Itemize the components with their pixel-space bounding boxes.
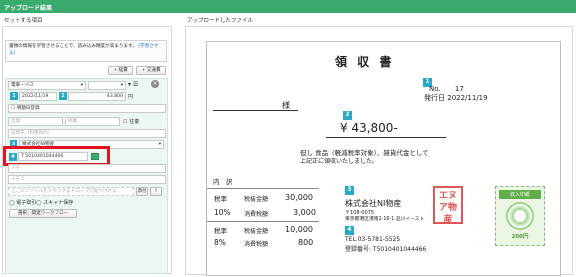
- info-box: 書類の情報を学習させることで、読み込み精度が高まります。 [学習させる]: [5, 40, 167, 62]
- right-section-title: アップロードしたファイル: [187, 18, 254, 24]
- issuer-tel: TEL.03-5781-5525: [345, 236, 401, 243]
- row-0-rate: 税率: [214, 195, 227, 203]
- row-1-label: 消費税額: [244, 211, 269, 218]
- row-2-rate: 税率: [214, 227, 227, 235]
- receipt-date-row: ☐ 増額日登録: [8, 104, 166, 113]
- sort-icon[interactable]: ▾ ☰: [128, 81, 138, 88]
- row-2-label: 税抜金額: [244, 228, 269, 235]
- left-section-title: セットする項目: [4, 18, 43, 24]
- revenue-stamp-label: 収入印紙: [499, 190, 541, 199]
- badge-1: 1: [10, 92, 18, 100]
- attach-button[interactable]: 添付: [136, 187, 148, 196]
- drop-text: ここにファイルをドラッグ＆ドロップで貼り付ける: [11, 189, 117, 194]
- chevron-down-icon: ▾: [80, 83, 83, 88]
- receipt-no-value: 17: [454, 85, 464, 93]
- issue-date-value: 2022/11/19: [447, 94, 488, 102]
- arrival-placeholder: 到着: [68, 119, 78, 124]
- breakdown-line-top: [207, 188, 319, 189]
- row-3-rate: 8%: [214, 238, 226, 247]
- select-workflow-button[interactable]: 選択：関連ワークフロー: [9, 209, 77, 218]
- date-input[interactable]: 2022/11/19: [19, 92, 57, 101]
- breakdown-title: 内 訳: [213, 178, 233, 186]
- flower-emblem-icon: [506, 202, 534, 230]
- help-button[interactable]: ?: [150, 187, 162, 196]
- amount-input[interactable]: 43,800: [68, 92, 126, 101]
- radio-e-label: 電子取引: [16, 200, 37, 206]
- receipt-title: 領 収 書: [335, 55, 395, 69]
- memo-placeholder: メモ: [11, 166, 21, 171]
- row-3-label: 消費税額: [244, 241, 269, 248]
- receipt-amount: ¥ 43,800-: [340, 121, 398, 135]
- radio-scan-label: スキャナ保存: [43, 200, 74, 206]
- addressee-line: [213, 110, 298, 111]
- row-3-value: 800: [298, 238, 314, 247]
- departure-input[interactable]: 出発: [8, 117, 63, 126]
- issuer-address: 東京都港区港南2-16-1 品川イースト: [345, 217, 425, 222]
- breakdown-line-mid: [207, 221, 319, 222]
- row-0-label: 税抜金額: [244, 196, 269, 203]
- roundtrip-label: 往復: [129, 119, 140, 125]
- issue-label: 発行日: [424, 94, 445, 102]
- receipt-no: No. 17: [429, 85, 464, 93]
- receipt-note-2: 上記正に領収いたしました。: [300, 158, 379, 165]
- row-1-rate: 10%: [214, 208, 231, 217]
- receipt-issue-date: 発行日 2022/11/19: [424, 93, 488, 103]
- revenue-stamp: 収入印紙 200円: [495, 186, 545, 246]
- memo2-placeholder: メモ２: [11, 177, 25, 182]
- amount-underline: [326, 137, 446, 138]
- visit-input[interactable]: 訪問先（利用目的）: [8, 129, 166, 138]
- visit-placeholder: 訪問先（利用目的）: [11, 131, 53, 136]
- radio-scanner[interactable]: ◯ スキャナ保存: [36, 199, 73, 206]
- checkbox[interactable]: ☐: [11, 106, 15, 111]
- badge-3-doc: 3: [345, 186, 354, 195]
- badge-2: 2: [59, 92, 67, 100]
- info-text: 書類の情報を学習させることで、読み込み精度が高まります。: [9, 44, 137, 49]
- company-seal-stamp: エヌア物産: [433, 186, 463, 225]
- memo2-input[interactable]: メモ２: [8, 175, 166, 184]
- row-2-value: 10,000: [285, 225, 313, 234]
- badge-4-doc: 4: [345, 226, 354, 235]
- row-0-value: 30,000: [285, 193, 313, 202]
- arrival-input[interactable]: 到着: [65, 117, 120, 126]
- radio-e-transaction[interactable]: ◯ 電子取引: [9, 199, 36, 206]
- issuer-name: 株式会社NI物産: [345, 199, 402, 208]
- category-select[interactable]: 電車・バス ▾: [8, 81, 86, 90]
- window-title: アップロード結果: [0, 0, 576, 13]
- file-drop-zone[interactable]: ここにファイルをドラッグ＆ドロップで貼り付ける: [8, 187, 134, 196]
- highlight-box: [3, 146, 110, 166]
- category-value: 電車・バス: [11, 83, 34, 88]
- badge-2-doc: 2: [343, 111, 352, 120]
- sub-category-select[interactable]: ▾: [88, 81, 126, 90]
- revenue-stamp-value: 200円: [511, 234, 529, 240]
- row-1-value: 3,000: [293, 208, 316, 217]
- delete-icon[interactable]: ×: [151, 80, 159, 88]
- receipt-no-label: No.: [429, 85, 441, 93]
- memo-input[interactable]: メモ: [8, 164, 166, 173]
- add-transport-button[interactable]: + 交通費: [136, 66, 166, 75]
- chevron-down-icon: ▾: [158, 142, 161, 147]
- checkbox-label: 増額日登録: [16, 106, 40, 111]
- departure-placeholder: 出発: [11, 119, 21, 124]
- issuer-registration: 登録番号: T5010401044466: [345, 246, 427, 253]
- roundtrip-checkbox[interactable]: ☐ 往復: [123, 118, 139, 125]
- chevron-down-icon: ▾: [120, 83, 123, 88]
- add-expense-button[interactable]: + 経費: [108, 66, 133, 75]
- amount-unit: 円: [128, 94, 134, 100]
